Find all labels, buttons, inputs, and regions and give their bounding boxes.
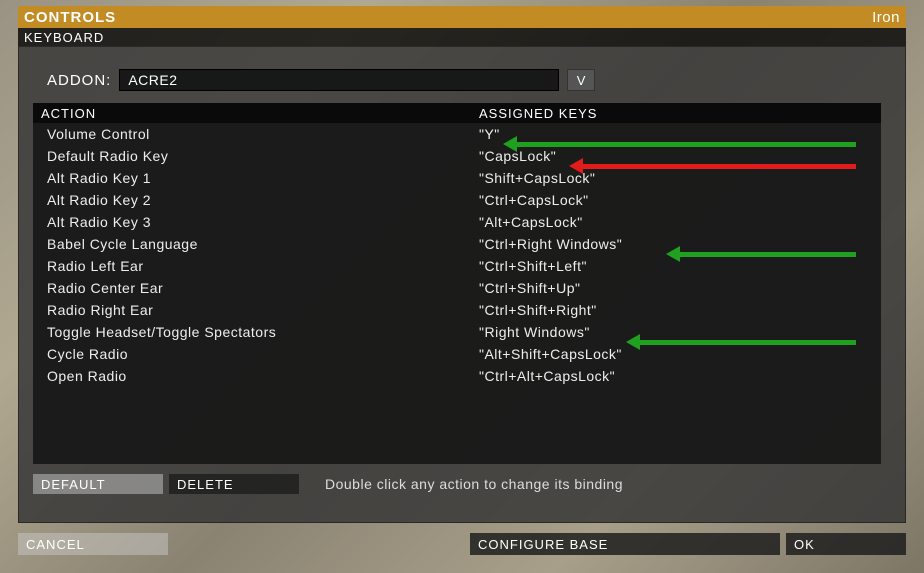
- binding-keys: "Ctrl+Shift+Up": [477, 280, 881, 296]
- cancel-button-label: CANCEL: [26, 537, 85, 552]
- list-header: ACTION ASSIGNED KEYS: [33, 103, 881, 123]
- addon-dropdown-button[interactable]: V: [567, 69, 595, 91]
- cancel-button[interactable]: CANCEL: [18, 533, 168, 555]
- addon-label: ADDON:: [47, 72, 111, 89]
- addon-value: ACRE2: [128, 72, 177, 88]
- binding-row[interactable]: Radio Left Ear"Ctrl+Shift+Left": [33, 255, 881, 277]
- list-buttons: DEFAULT DELETE Double click any action t…: [33, 474, 881, 494]
- footer-spacer: [174, 533, 464, 555]
- binding-row[interactable]: Alt Radio Key 2"Ctrl+CapsLock": [33, 189, 881, 211]
- delete-button-label: DELETE: [177, 477, 234, 492]
- binding-action: Cycle Radio: [33, 346, 477, 362]
- hint-text: Double click any action to change its bi…: [325, 476, 623, 492]
- binding-keys: "Y": [477, 126, 881, 142]
- default-button[interactable]: DEFAULT: [33, 474, 163, 494]
- ok-button[interactable]: OK: [786, 533, 906, 555]
- header-action: ACTION: [33, 106, 477, 121]
- binding-action: Alt Radio Key 1: [33, 170, 477, 186]
- list-body: Volume Control"Y"Default Radio Key"CapsL…: [33, 123, 881, 387]
- bindings-list: ACTION ASSIGNED KEYS Volume Control"Y"De…: [33, 103, 881, 464]
- binding-row[interactable]: Babel Cycle Language"Ctrl+Right Windows": [33, 233, 881, 255]
- binding-row[interactable]: Toggle Headset/Toggle Spectators"Right W…: [33, 321, 881, 343]
- binding-keys: "Alt+CapsLock": [477, 214, 881, 230]
- title-bar: CONTROLS Iron: [18, 6, 906, 28]
- section-label: KEYBOARD: [18, 28, 906, 46]
- addon-select[interactable]: ACRE2: [119, 69, 559, 91]
- binding-action: Toggle Headset/Toggle Spectators: [33, 324, 477, 340]
- binding-keys: "Ctrl+Shift+Left": [477, 258, 881, 274]
- binding-action: Radio Left Ear: [33, 258, 477, 274]
- profile-name: Iron: [872, 9, 906, 26]
- binding-action: Alt Radio Key 3: [33, 214, 477, 230]
- binding-row[interactable]: Volume Control"Y": [33, 123, 881, 145]
- binding-row[interactable]: Alt Radio Key 3"Alt+CapsLock": [33, 211, 881, 233]
- binding-action: Babel Cycle Language: [33, 236, 477, 252]
- binding-row[interactable]: Default Radio Key"CapsLock": [33, 145, 881, 167]
- binding-row[interactable]: Open Radio"Ctrl+Alt+CapsLock": [33, 365, 881, 387]
- binding-action: Open Radio: [33, 368, 477, 384]
- binding-keys: "Alt+Shift+CapsLock": [477, 346, 881, 362]
- binding-row[interactable]: Radio Right Ear"Ctrl+Shift+Right": [33, 299, 881, 321]
- binding-action: Radio Center Ear: [33, 280, 477, 296]
- binding-action: Radio Right Ear: [33, 302, 477, 318]
- binding-keys: "Right Windows": [477, 324, 881, 340]
- binding-action: Volume Control: [33, 126, 477, 142]
- delete-button[interactable]: DELETE: [169, 474, 299, 494]
- controls-panel: ADDON: ACRE2 V ACTION ASSIGNED KEYS Volu…: [18, 46, 906, 523]
- binding-row[interactable]: Cycle Radio"Alt+Shift+CapsLock": [33, 343, 881, 365]
- binding-keys: "Ctrl+Right Windows": [477, 236, 881, 252]
- default-button-label: DEFAULT: [41, 477, 106, 492]
- binding-row[interactable]: Radio Center Ear"Ctrl+Shift+Up": [33, 277, 881, 299]
- binding-keys: "Shift+CapsLock": [477, 170, 881, 186]
- footer: CANCEL CONFIGURE BASE OK: [18, 533, 906, 555]
- configure-base-label: CONFIGURE BASE: [478, 537, 608, 552]
- addon-row: ADDON: ACRE2 V: [47, 69, 595, 91]
- chevron-down-icon: V: [577, 73, 586, 88]
- window-title: CONTROLS: [18, 9, 116, 26]
- ok-button-label: OK: [794, 537, 815, 552]
- section-text: KEYBOARD: [24, 30, 104, 45]
- binding-keys: "Ctrl+Alt+CapsLock": [477, 368, 881, 384]
- binding-action: Default Radio Key: [33, 148, 477, 164]
- binding-row[interactable]: Alt Radio Key 1"Shift+CapsLock": [33, 167, 881, 189]
- binding-keys: "Ctrl+CapsLock": [477, 192, 881, 208]
- binding-action: Alt Radio Key 2: [33, 192, 477, 208]
- binding-keys: "CapsLock": [477, 148, 881, 164]
- configure-base-button[interactable]: CONFIGURE BASE: [470, 533, 780, 555]
- binding-keys: "Ctrl+Shift+Right": [477, 302, 881, 318]
- header-keys: ASSIGNED KEYS: [477, 106, 881, 121]
